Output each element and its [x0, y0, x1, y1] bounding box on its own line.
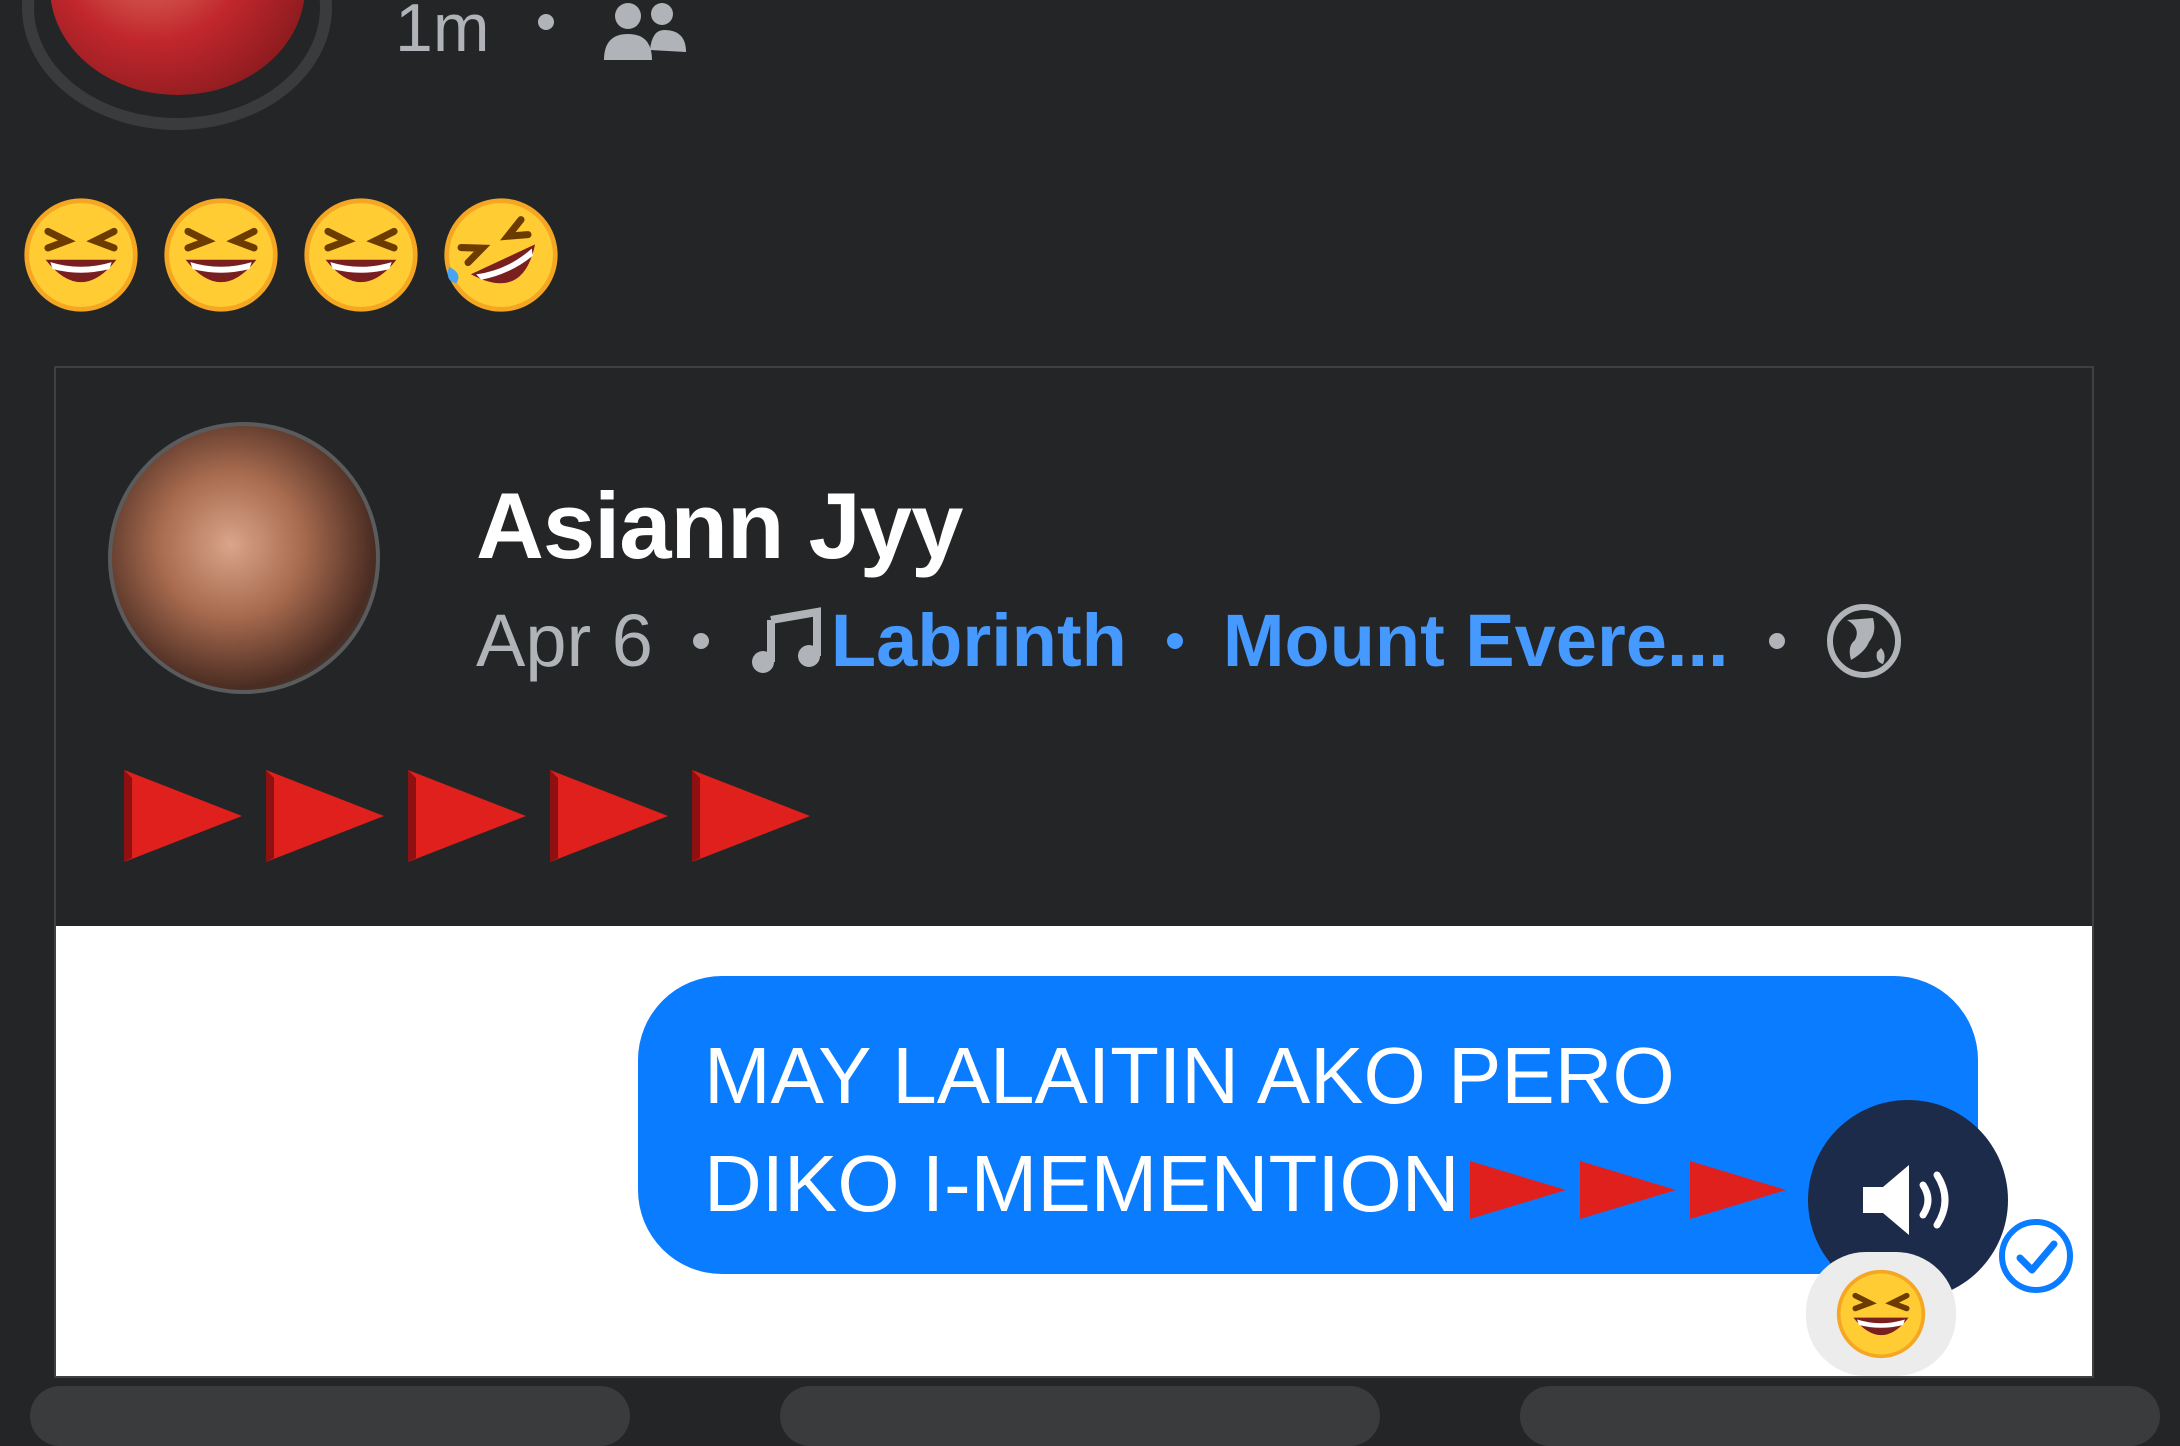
red-flag-icon [408, 770, 526, 862]
laughing-emoji-icon [164, 198, 278, 312]
shared-post-card[interactable]: Asiann Jyy Apr 6 Labrinth Mount Evere... [54, 366, 2094, 1378]
separator-dot [1768, 632, 1785, 649]
separator-dot [692, 632, 709, 649]
author-avatar[interactable] [108, 422, 380, 694]
action-button[interactable] [1520, 1386, 2160, 1446]
sent-check-icon [1999, 1219, 2073, 1293]
red-flag-icon [1579, 1160, 1676, 1219]
message-line: DIKO I-MEMENTION [704, 1139, 1460, 1228]
speaker-icon [1863, 1165, 1949, 1235]
message-text: MAY LALAITIN AKO PERO DIKO I-MEMENTION [704, 1022, 1790, 1238]
red-flag-icon [1469, 1160, 1566, 1219]
song-title-link[interactable]: Mount Evere... [1223, 598, 1729, 683]
message-line: MAY LALAITIN AKO PERO [704, 1031, 1675, 1120]
red-flag-icon [124, 770, 242, 862]
red-flag-icon [266, 770, 384, 862]
post-meta: Apr 6 Labrinth Mount Evere... [476, 598, 1903, 683]
post-text-flags [118, 766, 814, 866]
globe-icon[interactable] [1825, 602, 1903, 680]
post-time[interactable]: 1m [395, 0, 489, 68]
message-reaction[interactable] [1806, 1252, 1956, 1376]
music-note-icon [751, 606, 821, 673]
red-flag-icon [692, 770, 810, 862]
friends-icon[interactable] [600, 0, 690, 65]
red-flag-icon [550, 770, 668, 862]
post-text-emojis [22, 196, 560, 314]
author-name[interactable]: Asiann Jyy [476, 472, 963, 580]
message-line-2: DIKO I-MEMENTION [704, 1130, 1790, 1238]
post-date[interactable]: Apr 6 [476, 598, 653, 683]
action-button[interactable] [30, 1386, 630, 1446]
post-image[interactable]: MAY LALAITIN AKO PERO DIKO I-MEMENTION [56, 926, 2092, 1376]
laughing-emoji-icon [1836, 1269, 1926, 1359]
separator-dot [1166, 632, 1183, 649]
red-flag-icon [1689, 1160, 1786, 1219]
message-bubble: MAY LALAITIN AKO PERO DIKO I-MEMENTION [638, 976, 1978, 1274]
rolling-laughing-emoji-icon [444, 198, 558, 312]
laughing-emoji-icon [304, 198, 418, 312]
separator-dot [538, 14, 554, 30]
action-button[interactable] [780, 1386, 1380, 1446]
laughing-emoji-icon [24, 198, 138, 312]
song-artist-link[interactable]: Labrinth [831, 598, 1127, 683]
